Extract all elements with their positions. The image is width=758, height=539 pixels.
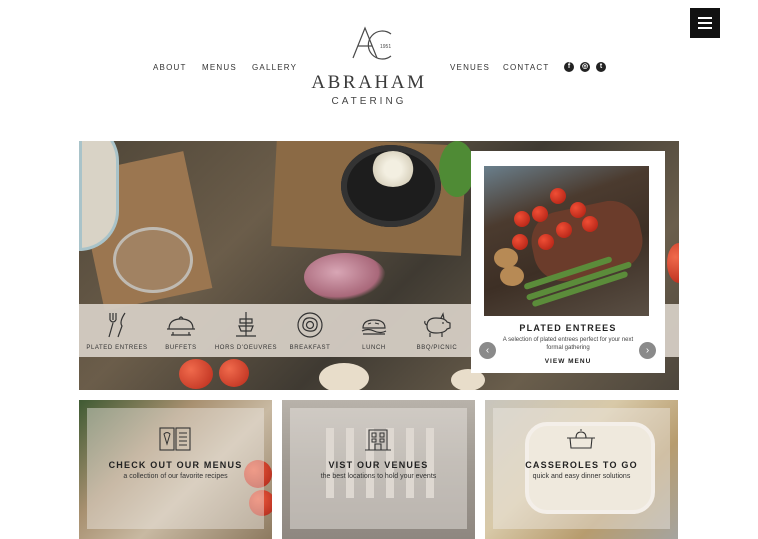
category-bbq-picnic[interactable]: BBQ/PICNIC [399, 304, 475, 357]
basil-image [439, 141, 475, 197]
onion-image [304, 253, 386, 301]
hamburger-icon[interactable] [690, 8, 720, 38]
knife-fork-icon [108, 312, 126, 338]
nav-venues[interactable]: VENUES [450, 63, 490, 72]
tile-title: CHECK OUT OUR MENUS [108, 460, 243, 470]
tile-subtitle: a collection of our favorite recipes [123, 473, 228, 480]
logo-year: 1951 [380, 44, 391, 50]
chevron-left-icon[interactable]: ‹ [479, 342, 496, 359]
view-menu-link[interactable]: VIEW MENU [471, 358, 665, 365]
plated-entree-image [484, 166, 649, 316]
nav-contact[interactable]: CONTACT [503, 63, 549, 72]
tile-menus[interactable]: CHECK OUT OUR MENUS a collection of our … [79, 400, 272, 539]
building-icon [365, 429, 391, 451]
skewer-icon [236, 312, 256, 337]
feature-description: A selection of plated entrees perfect fo… [502, 337, 634, 351]
hero-banner: PLATED ENTREES BUFFETS HORS D'OEUVRES BR… [79, 141, 679, 390]
tile-subtitle: the best locations to hold your events [320, 473, 437, 480]
nav-gallery[interactable]: GALLERY [252, 63, 297, 72]
tomato-image [179, 359, 213, 389]
twitter-icon[interactable]: t [596, 62, 606, 72]
tile-casseroles[interactable]: CASSEROLES TO GO quick and easy dinner s… [485, 400, 678, 539]
mushroom-image [319, 363, 369, 390]
pig-icon [424, 312, 451, 337]
tile-subtitle: quick and easy dinner solutions [532, 473, 631, 480]
instagram-icon[interactable]: ◎ [580, 62, 590, 72]
feature-title: PLATED ENTREES [519, 323, 617, 333]
menu-book-icon [159, 427, 191, 451]
tile-title: CASSEROLES TO GO [525, 460, 638, 470]
egg-icon [297, 312, 323, 338]
logo-name: ABRAHAM [311, 72, 427, 93]
nav-menus[interactable]: MENUS [202, 63, 237, 72]
chafing-dish-icon [167, 316, 195, 336]
utensil-jar-image [113, 227, 193, 293]
category-label: BBQ/PICNIC [416, 345, 458, 351]
chevron-right-icon[interactable]: › [639, 342, 656, 359]
tomato-image [667, 243, 679, 283]
sandwich-icon [361, 319, 387, 335]
tomato-image [219, 359, 249, 387]
tile-venues[interactable]: VIST OUR VENUES the best locations to ho… [282, 400, 475, 539]
nav-about[interactable]: ABOUT [153, 63, 187, 72]
feature-card: PLATED ENTREES A selection of plated ent… [471, 151, 665, 373]
logo-subtitle: CATERING [331, 96, 407, 107]
logo-monogram[interactable]: 1951 [349, 22, 395, 66]
tile-title: VIST OUR VENUES [328, 460, 429, 470]
casserole-icon [567, 429, 595, 449]
facebook-icon[interactable]: f [564, 62, 574, 72]
garlic-image [371, 151, 415, 187]
